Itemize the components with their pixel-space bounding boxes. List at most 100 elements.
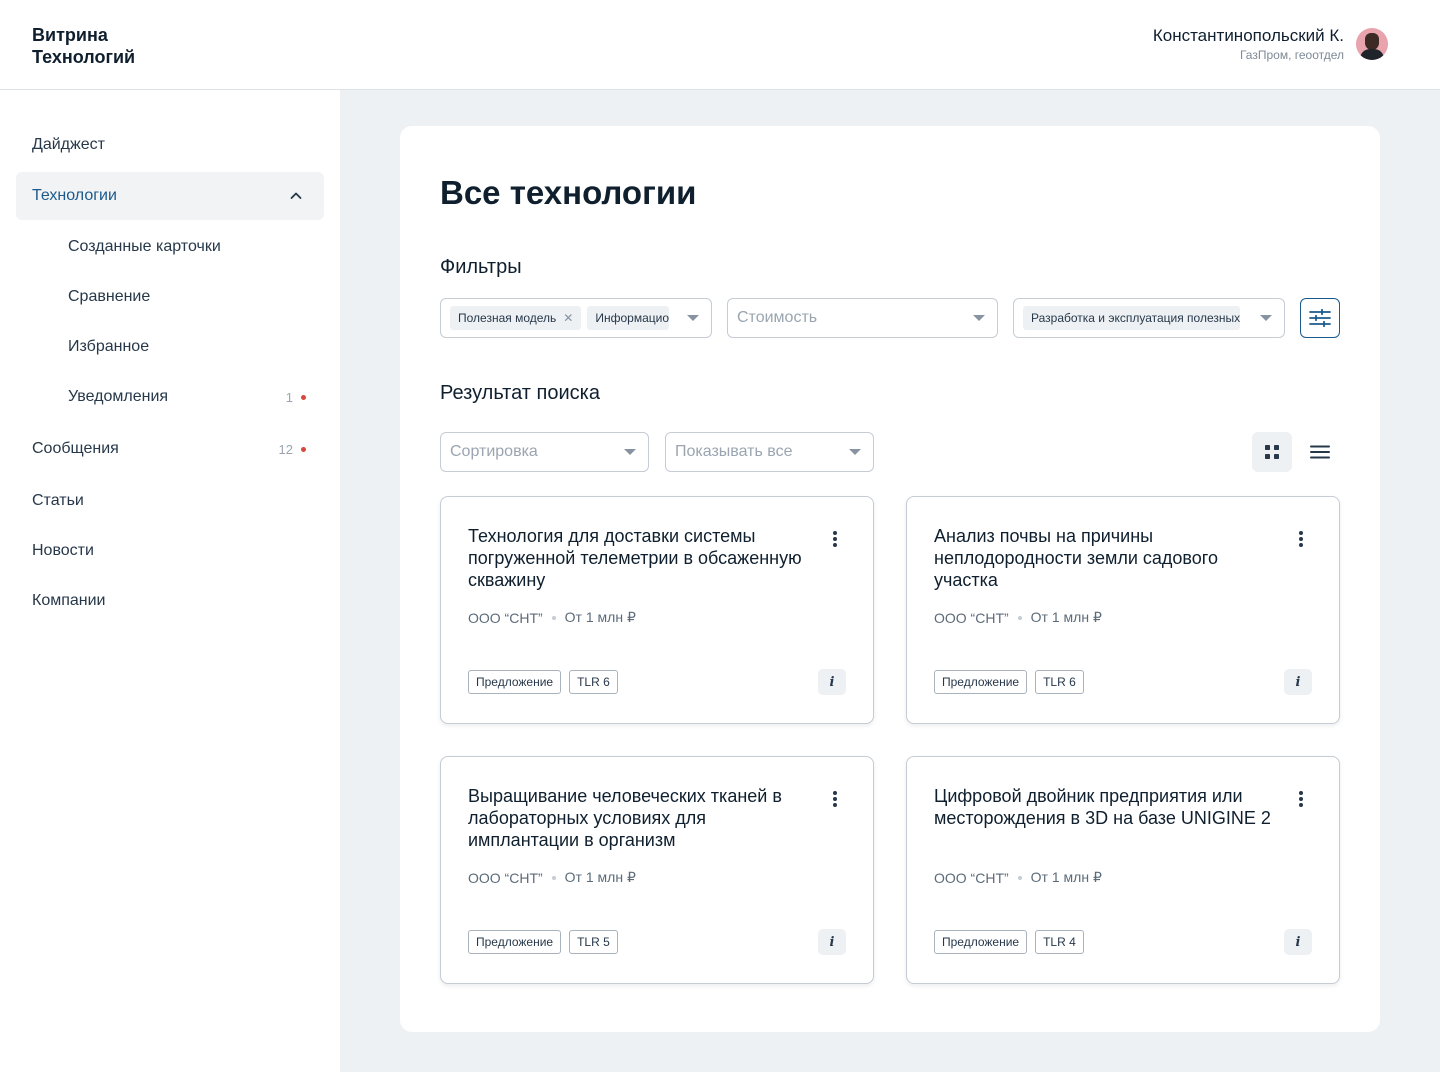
- notifications-badge: 1: [286, 390, 306, 405]
- sidebar-item-label: Дайджест: [32, 136, 105, 153]
- card-price: От 1 млн ₽: [564, 869, 636, 885]
- main-area: Все технологии Фильтры Полезная модель ✕…: [340, 90, 1440, 1072]
- sidebar-item-label: Новости: [32, 542, 94, 559]
- content-panel: Все технологии Фильтры Полезная модель ✕…: [400, 126, 1380, 1032]
- caret-down-icon: [1260, 315, 1272, 321]
- more-vertical-icon[interactable]: [1295, 789, 1307, 809]
- separator-dot: [1017, 615, 1022, 620]
- tlr-tag: TLR 4: [1035, 930, 1084, 954]
- filter-chip: Информацио: [587, 306, 669, 330]
- more-vertical-icon[interactable]: [829, 789, 841, 809]
- area-filter-select[interactable]: Разработка и эксплуатация полезных: [1013, 298, 1285, 338]
- filters-title: Фильтры: [440, 256, 522, 278]
- sort-select[interactable]: Сортировка: [440, 432, 649, 472]
- advanced-filters-button[interactable]: [1300, 298, 1340, 338]
- show-select[interactable]: Показывать все: [665, 432, 874, 472]
- type-tag: Предложение: [934, 930, 1028, 954]
- type-tag: Предложение: [934, 670, 1028, 694]
- card-price: От 1 млн ₽: [564, 609, 636, 625]
- card-meta: ООО “СНТ” От 1 млн ₽: [468, 609, 636, 626]
- sidebar-item-comparison[interactable]: Сравнение: [16, 273, 324, 321]
- list-icon: [1310, 445, 1330, 459]
- sidebar-item-label: Технологии: [32, 187, 117, 204]
- separator-dot: [551, 615, 556, 620]
- info-icon[interactable]: i: [1284, 929, 1312, 955]
- cost-filter-select[interactable]: Стоимость: [727, 298, 998, 338]
- caret-down-icon: [849, 449, 861, 455]
- card-meta: ООО “СНТ” От 1 млн ₽: [934, 609, 1102, 626]
- grid-icon: [1265, 445, 1279, 459]
- info-icon[interactable]: i: [818, 929, 846, 955]
- sidebar-item-label: Сообщения: [32, 440, 119, 457]
- sidebar-item-technologies[interactable]: Технологии: [16, 172, 324, 220]
- unread-dot: [301, 394, 306, 400]
- avatar-body-shape: [1360, 49, 1384, 60]
- sidebar-item-label: Избранное: [68, 338, 150, 355]
- more-vertical-icon[interactable]: [1295, 529, 1307, 549]
- sidebar-item-digest[interactable]: Дайджест: [16, 121, 324, 169]
- card-company: ООО “СНТ”: [934, 609, 1009, 626]
- page-title: Все технологии: [440, 174, 697, 211]
- technology-card[interactable]: Технология для доставки системы погружен…: [440, 496, 874, 724]
- card-title[interactable]: Технология для доставки системы погружен…: [468, 525, 818, 591]
- avatar[interactable]: [1356, 28, 1388, 60]
- logo-line-2: Технологий: [32, 47, 136, 67]
- app-logo[interactable]: Витрина Технологий: [32, 24, 135, 68]
- chevron-up-icon[interactable]: [290, 190, 302, 202]
- sidebar-item-companies[interactable]: Компании: [16, 577, 324, 625]
- card-meta: ООО “СНТ” От 1 млн ₽: [934, 869, 1102, 886]
- user-name: Константинопольский К.: [1152, 26, 1344, 45]
- sliders-icon: [1309, 309, 1331, 327]
- list-view-button[interactable]: [1300, 432, 1340, 472]
- card-price: От 1 млн ₽: [1030, 869, 1102, 885]
- type-tag: Предложение: [468, 670, 562, 694]
- sidebar-item-messages[interactable]: Сообщения 12: [16, 425, 324, 473]
- technology-card[interactable]: Анализ почвы на причины неплодородности …: [906, 496, 1340, 724]
- card-company: ООО “СНТ”: [468, 609, 543, 626]
- sidebar-item-news[interactable]: Новости: [16, 527, 324, 575]
- sidebar-item-favorites[interactable]: Избранное: [16, 323, 324, 371]
- sidebar-item-label: Компании: [32, 592, 106, 609]
- caret-down-icon: [973, 315, 985, 321]
- card-title[interactable]: Цифровой двойник предприятия или месторо…: [934, 785, 1284, 829]
- filter-chip-label: Полезная модель: [458, 311, 557, 325]
- more-vertical-icon[interactable]: [829, 529, 841, 549]
- caret-down-icon: [624, 449, 636, 455]
- tlr-tag: TLR 6: [569, 670, 618, 694]
- filter-chip: Полезная модель ✕: [450, 306, 582, 330]
- card-tags: Предложение TLR 6: [934, 670, 1084, 694]
- grid-view-button[interactable]: [1252, 432, 1292, 472]
- type-tag: Предложение: [468, 930, 562, 954]
- card-price: От 1 млн ₽: [1030, 609, 1102, 625]
- caret-down-icon: [687, 315, 699, 321]
- sidebar-item-notifications[interactable]: Уведомления 1: [16, 373, 324, 421]
- separator-dot: [551, 875, 556, 880]
- info-icon[interactable]: i: [1284, 669, 1312, 695]
- sort-placeholder: Сортировка: [450, 443, 538, 460]
- sidebar-item-articles[interactable]: Статьи: [16, 477, 324, 525]
- user-org: ГазПром, геоотдел: [1239, 48, 1344, 62]
- messages-count: 12: [278, 441, 293, 457]
- card-tags: Предложение TLR 5: [468, 930, 618, 954]
- info-icon[interactable]: i: [818, 669, 846, 695]
- unread-dot: [301, 446, 306, 452]
- results-title: Результат поиска: [440, 382, 600, 404]
- type-filter-select[interactable]: Полезная модель ✕ Информацио: [440, 298, 712, 338]
- user-info[interactable]: Константинопольский К. ГазПром, геоотдел: [1153, 26, 1344, 63]
- card-tags: Предложение TLR 6: [468, 670, 618, 694]
- technology-card[interactable]: Цифровой двойник предприятия или месторо…: [906, 756, 1340, 984]
- notifications-count: 1: [285, 389, 293, 405]
- card-title[interactable]: Выращивание человеческих тканей в лабора…: [468, 785, 818, 851]
- sidebar-item-created-cards[interactable]: Созданные карточки: [16, 223, 324, 271]
- messages-badge: 12: [279, 442, 306, 457]
- filter-chip-label: Разработка и эксплуатация полезных: [1031, 311, 1241, 325]
- cost-placeholder: Стоимость: [737, 309, 818, 326]
- avatar-head-shape: [1365, 33, 1379, 50]
- sidebar-item-label: Сравнение: [68, 288, 151, 305]
- sidebar-item-label: Статьи: [32, 492, 84, 509]
- sidebar-item-label: Созданные карточки: [68, 238, 221, 255]
- close-icon[interactable]: ✕: [563, 311, 573, 325]
- technology-card[interactable]: Выращивание человеческих тканей в лабора…: [440, 756, 874, 984]
- show-placeholder: Показывать все: [675, 443, 793, 460]
- card-title[interactable]: Анализ почвы на причины неплодородности …: [934, 525, 1284, 591]
